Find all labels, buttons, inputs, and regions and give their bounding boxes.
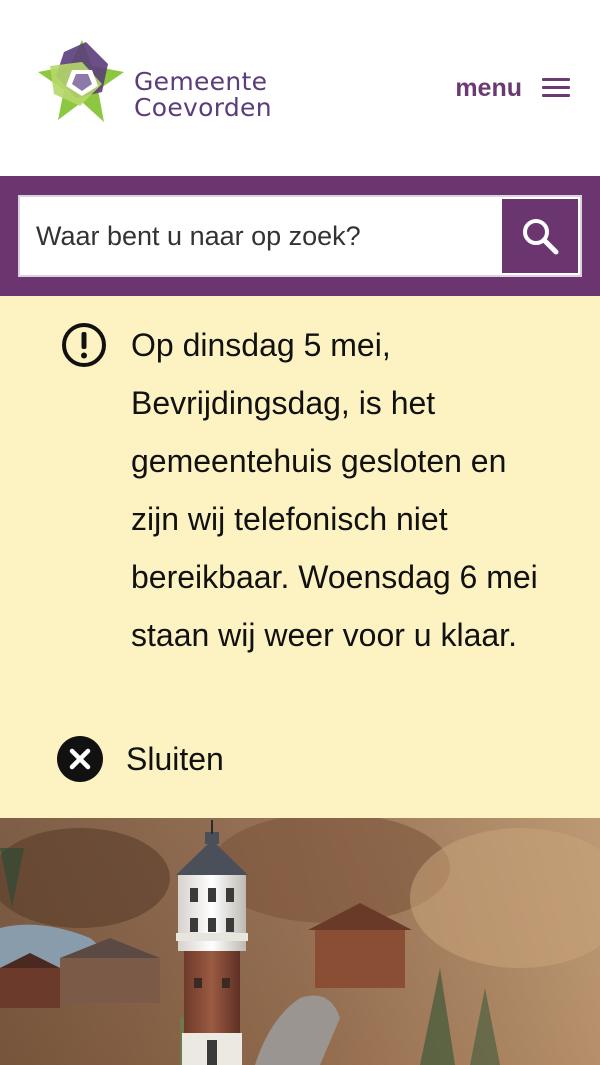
close-announcement-button[interactable]: Sluiten (56, 734, 224, 784)
search-bar (0, 176, 600, 296)
exclamation-circle-icon (62, 323, 106, 367)
search-form (18, 195, 582, 277)
close-circle-icon (57, 736, 103, 782)
logo-line-2: Coevorden (134, 93, 272, 122)
logo-wordmark: Gemeente Coevorden (134, 69, 272, 121)
announcement-text: Op dinsdag 5 mei, Bevrijdingsdag, is het… (131, 327, 538, 653)
gemeente-coevorden-logo[interactable]: Gemeente Coevorden (36, 36, 276, 126)
hamburger-icon (542, 78, 570, 98)
menu-label: menu (455, 73, 522, 102)
hero-image-water-tower (0, 818, 600, 1065)
star-logo-icon (38, 40, 124, 122)
search-input[interactable] (20, 197, 500, 275)
site-header: Gemeente Coevorden menu (0, 0, 600, 176)
search-button[interactable] (502, 199, 578, 273)
logo-line-1: Gemeente (134, 67, 268, 96)
menu-button[interactable]: menu (455, 70, 570, 106)
close-label: Sluiten (126, 740, 224, 777)
water-tower-photo (0, 818, 600, 1065)
announcement-banner: Op dinsdag 5 mei, Bevrijdingsdag, is het… (0, 296, 600, 818)
search-icon (523, 219, 559, 255)
